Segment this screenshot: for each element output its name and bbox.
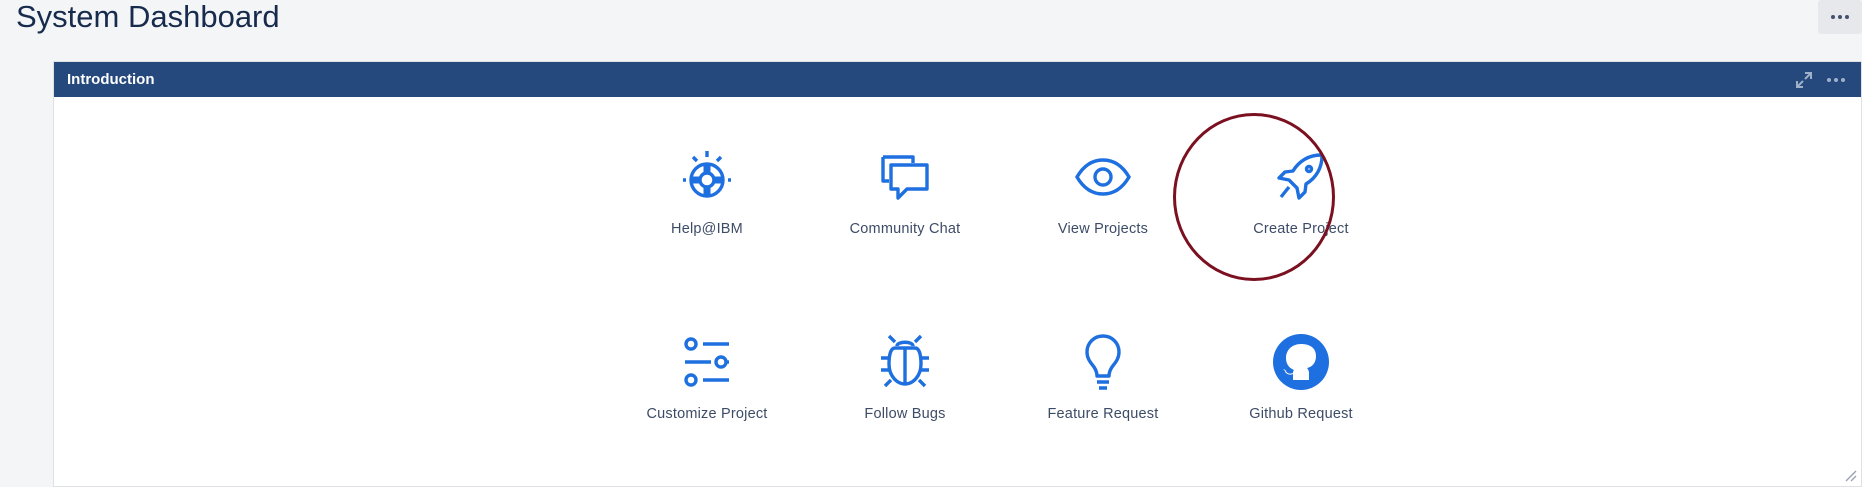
tile-community-chat[interactable]: Community Chat: [810, 147, 1000, 267]
more-dots-icon: [1831, 15, 1849, 19]
dashboard-page: System Dashboard Introduction Help@IBM C…: [0, 0, 1862, 487]
gadget-header: Introduction: [54, 62, 1861, 97]
tile-help-ibm[interactable]: Help@IBM: [612, 147, 802, 267]
expand-icon: [1796, 71, 1812, 88]
settings-sliders-icon: [677, 332, 737, 392]
gadget-title: Introduction: [67, 71, 155, 88]
page-title: System Dashboard: [16, 0, 280, 34]
page-more-options-button[interactable]: [1818, 0, 1862, 34]
introduction-gadget: Introduction Help@IBM Community Chat Vie…: [53, 61, 1862, 487]
tile-label: Help@IBM: [671, 221, 743, 237]
tile-view-projects[interactable]: View Projects: [1008, 147, 1198, 267]
tile-github-request[interactable]: Github Request: [1206, 332, 1396, 452]
tile-customize-project[interactable]: Customize Project: [612, 332, 802, 452]
tile-label: View Projects: [1057, 221, 1149, 237]
maximize-button[interactable]: [1793, 69, 1815, 91]
tile-follow-bugs[interactable]: Follow Bugs: [810, 332, 1000, 452]
tile-label: Create Project: [1253, 221, 1349, 237]
tile-label: Customize Project: [646, 406, 768, 422]
chat-bubbles-icon: [875, 147, 935, 207]
tile-label: Community Chat: [849, 221, 961, 237]
lifebuoy-icon: [677, 147, 737, 207]
tile-label: Follow Bugs: [864, 406, 946, 422]
gadget-more-options-button[interactable]: [1825, 69, 1847, 91]
rocket-icon: [1271, 147, 1331, 207]
lightbulb-icon: [1073, 332, 1133, 392]
tile-label: Github Request: [1249, 406, 1353, 422]
tile-label: Feature Request: [1047, 406, 1159, 422]
resize-grip-icon[interactable]: [1843, 468, 1857, 482]
tile-feature-request[interactable]: Feature Request: [1008, 332, 1198, 452]
github-icon: [1271, 332, 1331, 392]
tile-create-project[interactable]: Create Project: [1206, 147, 1396, 267]
gadget-controls: [1793, 69, 1847, 91]
more-dots-icon: [1827, 77, 1845, 82]
eye-icon: [1073, 147, 1133, 207]
bug-icon: [875, 332, 935, 392]
